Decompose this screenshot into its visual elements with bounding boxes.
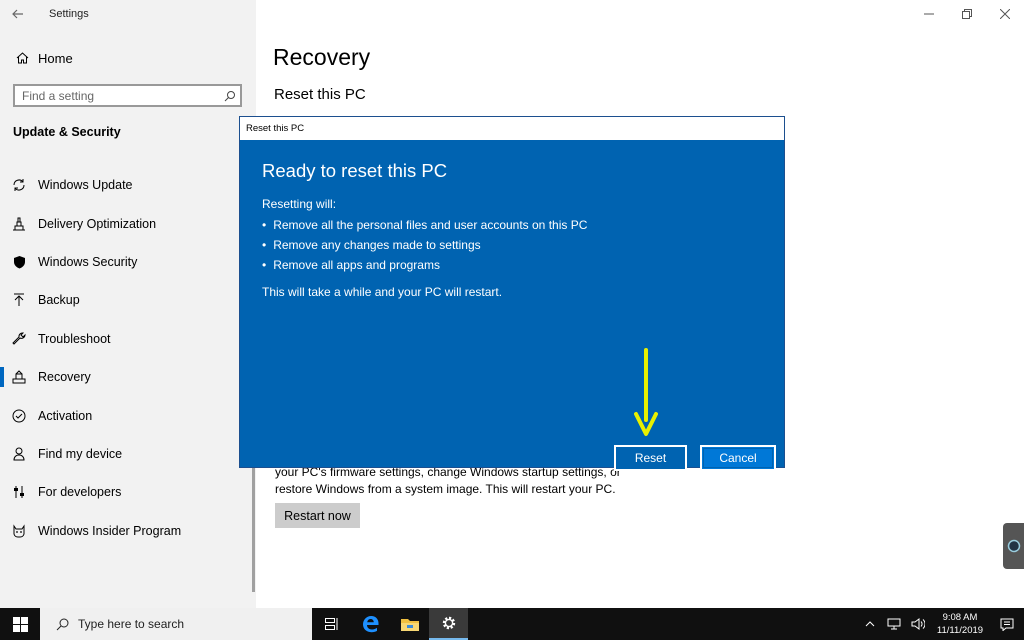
side-widget-tab[interactable] — [1003, 523, 1024, 569]
sidebar-home[interactable]: Home — [0, 46, 256, 70]
clock-time: 9:08 AM — [942, 612, 978, 623]
dialog-body: Ready to reset this PC Resetting will: R… — [240, 140, 784, 471]
search-icon — [48, 618, 76, 631]
sidebar-item-label: Find my device — [38, 446, 123, 461]
back-button[interactable] — [0, 0, 36, 28]
sidebar-item-label: Windows Security — [38, 254, 138, 269]
annotation-arrow-icon — [634, 348, 658, 436]
file-explorer-button[interactable] — [390, 608, 429, 640]
home-icon — [12, 52, 32, 64]
system-tray: 9:08 AM 11/11/2019 — [858, 608, 1024, 640]
shield-icon — [10, 255, 28, 269]
settings-sidebar: Settings Home Update & Security Windows … — [0, 0, 256, 608]
speaker-icon — [911, 618, 925, 630]
sidebar-item-delivery-optimization[interactable]: Delivery Optimization — [0, 204, 256, 242]
sidebar-item-for-developers[interactable]: For developers — [0, 473, 256, 511]
clock[interactable]: 9:08 AM 11/11/2019 — [930, 611, 990, 637]
restore-button[interactable] — [948, 0, 986, 28]
insider-cat-icon — [10, 524, 28, 538]
sidebar-item-backup[interactable]: Backup — [0, 281, 256, 319]
cancel-button[interactable]: Cancel — [700, 445, 776, 471]
page-title: Recovery — [273, 44, 371, 70]
developer-sliders-icon — [10, 485, 28, 499]
find-setting-search[interactable] — [13, 84, 242, 107]
sidebar-item-activation[interactable]: Activation — [0, 396, 256, 434]
taskbar-search[interactable]: Type here to search — [40, 608, 312, 640]
sidebar-item-label: Troubleshoot — [38, 331, 111, 346]
edge-browser-button[interactable] — [351, 608, 390, 640]
sidebar-item-windows-insider[interactable]: Windows Insider Program — [0, 512, 256, 550]
person-pin-icon — [10, 447, 28, 461]
dialog-heading: Ready to reset this PC — [262, 160, 448, 181]
list-item: Remove all the personal files and user a… — [262, 215, 587, 235]
recovery-icon — [10, 370, 28, 384]
reset-effects-list: Remove all the personal files and user a… — [262, 215, 587, 275]
sidebar-item-windows-security[interactable]: Windows Security — [0, 243, 256, 281]
notification-icon — [1000, 618, 1014, 631]
reset-button[interactable]: Reset — [614, 445, 687, 471]
sidebar-item-label: Backup — [38, 293, 80, 308]
sync-icon — [10, 178, 28, 192]
sidebar-item-label: Windows Insider Program — [38, 523, 182, 538]
gear-icon — [442, 616, 455, 630]
dialog-note: This will take a while and your PC will … — [262, 285, 503, 299]
task-view-icon — [324, 618, 337, 630]
close-icon — [1000, 9, 1010, 19]
taskbar: Type here to search 9:08 AM 11/11/2019 — [0, 608, 1024, 640]
widget-icon — [1007, 539, 1020, 553]
sidebar-nav: Windows Update Delivery Optimization Win… — [0, 166, 256, 550]
find-setting-input[interactable] — [15, 88, 220, 103]
reset-pc-dialog: Reset this PC Ready to reset this PC Res… — [239, 116, 785, 471]
chevron-up-icon — [865, 621, 875, 627]
action-center-button[interactable] — [990, 608, 1024, 640]
sidebar-item-label: Delivery Optimization — [38, 216, 157, 231]
back-arrow-icon — [12, 9, 23, 19]
reset-section-title: Reset this PC — [274, 86, 366, 103]
dialog-titlebar: Reset this PC — [240, 117, 784, 140]
settings-taskbar-button[interactable] — [429, 608, 468, 640]
sidebar-item-label: Activation — [38, 408, 93, 423]
window-controls — [910, 0, 1024, 28]
minimize-icon — [924, 13, 934, 15]
section-title: Update & Security — [13, 125, 121, 139]
app-title: Settings — [49, 8, 89, 20]
sidebar-item-label: For developers — [38, 485, 122, 500]
sidebar-item-troubleshoot[interactable]: Troubleshoot — [0, 320, 256, 358]
sidebar-item-label: Recovery — [38, 370, 91, 385]
titlebar: Settings — [0, 0, 256, 28]
network-icon — [887, 618, 901, 630]
windows-logo-icon — [12, 616, 28, 632]
delivery-optimization-icon — [10, 217, 28, 231]
task-view-button[interactable] — [312, 608, 351, 640]
show-hidden-icons-button[interactable] — [858, 608, 882, 640]
check-circle-icon — [10, 409, 28, 423]
start-button[interactable] — [0, 608, 40, 640]
wrench-icon — [10, 332, 28, 346]
folder-icon — [400, 619, 419, 631]
home-label: Home — [38, 50, 73, 66]
network-button[interactable] — [882, 608, 906, 640]
sidebar-item-windows-update[interactable]: Windows Update — [0, 166, 256, 204]
volume-button[interactable] — [906, 608, 930, 640]
search-icon[interactable] — [220, 86, 240, 105]
taskbar-search-placeholder: Type here to search — [78, 617, 185, 631]
close-button[interactable] — [986, 0, 1024, 28]
sidebar-item-label: Windows Update — [38, 178, 133, 193]
dialog-intro: Resetting will: — [262, 197, 337, 211]
restart-now-button[interactable]: Restart now — [275, 503, 360, 528]
edge-icon — [362, 616, 378, 633]
backup-arrow-icon — [10, 293, 28, 307]
minimize-button[interactable] — [910, 0, 948, 28]
list-item: Remove all apps and programs — [262, 255, 587, 275]
list-item: Remove any changes made to settings — [262, 235, 587, 255]
clock-date: 11/11/2019 — [936, 625, 984, 636]
advanced-startup-description: your PC's firmware settings, change Wind… — [275, 465, 621, 496]
sidebar-item-recovery[interactable]: Recovery — [0, 358, 256, 396]
sidebar-item-find-my-device[interactable]: Find my device — [0, 435, 256, 473]
restore-icon — [962, 9, 972, 19]
